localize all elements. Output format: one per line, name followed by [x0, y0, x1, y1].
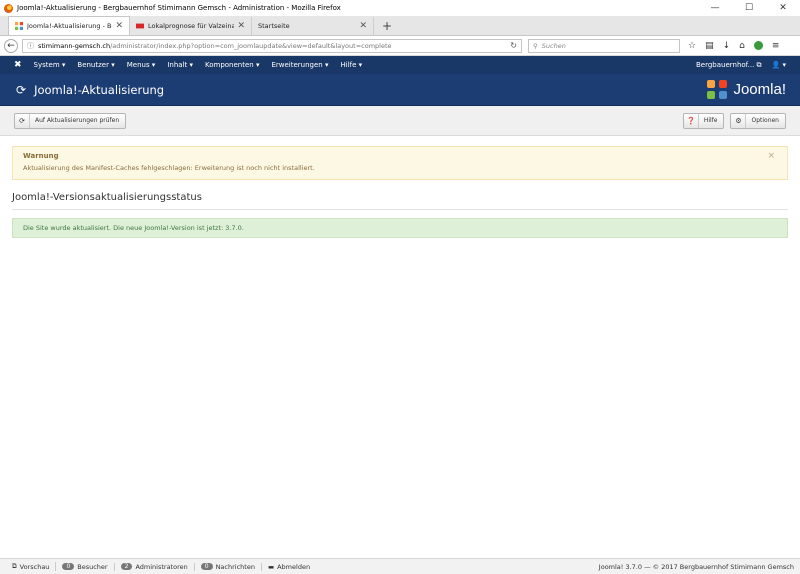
menu-system[interactable]: System ▾ [34, 61, 66, 69]
close-alert-icon[interactable]: × [767, 151, 775, 161]
tab-title: Startseite [258, 22, 290, 30]
gear-icon: ⚙ [731, 113, 747, 128]
tab-startseite[interactable]: Startseite ✕ [252, 17, 374, 35]
joomla-logo-icon [707, 79, 729, 100]
success-alert: Die Site wurde aktualisiert. Die neue Jo… [12, 218, 788, 238]
options-label: Optionen [751, 117, 779, 124]
reload-icon[interactable]: ↻ [510, 41, 517, 50]
refresh-icon: ⟳ [15, 113, 30, 128]
download-icon[interactable]: ↓ [723, 41, 731, 51]
menu-benutzer[interactable]: Benutzer ▾ [77, 61, 114, 69]
bookmark-star-icon[interactable]: ☆ [688, 41, 696, 51]
back-arrow-icon[interactable]: ← [4, 38, 18, 53]
menu-erweiterungen[interactable]: Erweiterungen ▾ [271, 61, 328, 69]
url-host: stimimann-gemsch.ch [38, 41, 111, 50]
menu-hilfe[interactable]: Hilfe ▾ [340, 61, 362, 69]
success-message: Die Site wurde aktualisiert. Die neue Jo… [23, 224, 244, 232]
hamburger-menu-icon[interactable]: ≡ [772, 41, 780, 51]
search-placeholder: Suchen [541, 41, 566, 50]
close-tab-icon[interactable]: ✕ [359, 21, 367, 31]
visitors-count: 0 [62, 563, 75, 570]
user-menu[interactable]: 👤 ▾ [772, 61, 786, 70]
action-toolbar: ⟳ Auf Aktualisierungen prüfen ❓ Hilfe ⚙ … [0, 106, 800, 136]
close-tab-icon[interactable]: ✕ [237, 21, 245, 31]
joomla-brand: Joomla! [707, 79, 786, 100]
search-icon: ⚲ [533, 41, 538, 50]
extension-icon[interactable] [753, 41, 763, 50]
check-updates-label: Auf Aktualisierungen prüfen [35, 117, 120, 124]
admin-menu: ✖ System ▾ Benutzer ▾ Menus ▾ Inhalt ▾ K… [0, 56, 800, 74]
tab-strip: Joomla!-Aktualisierung - Be ✕ Lokalprogn… [0, 16, 800, 36]
window-titlebar: Joomla!-Aktualisierung - Bergbauernhof S… [0, 0, 800, 16]
admins-indicator: 2 Administratoren [115, 562, 195, 571]
section-title: Joomla!-Versionsaktualisierungsstatus [12, 192, 788, 210]
navigation-bar: ← ⓘ stimimann-gemsch.ch /administrator/i… [0, 36, 800, 56]
visitors-indicator: 0 Besucher [56, 562, 115, 571]
toolbar-icons: ☆ ▤ ↓ ⌂ ≡ [688, 41, 779, 51]
close-window-button[interactable]: ✕ [766, 0, 800, 16]
refresh-icon: ⟳ [16, 82, 27, 97]
joomla-brand-text: Joomla! [733, 81, 786, 98]
menu-menus[interactable]: Menus ▾ [127, 61, 156, 69]
tab-weather[interactable]: Lokalprognose für Valzeina ✕ [130, 17, 252, 35]
search-input[interactable]: ⚲ Suchen [528, 38, 680, 53]
menu-inhalt[interactable]: Inhalt ▾ [167, 61, 193, 69]
page-title: Joomla!-Aktualisierung [34, 82, 165, 97]
help-button[interactable]: ❓ Hilfe [682, 112, 725, 129]
admins-count: 2 [120, 563, 133, 570]
toolbar-right: ❓ Hilfe ⚙ Optionen [682, 112, 786, 129]
tab-title: Lokalprognose für Valzeina [148, 22, 235, 30]
close-tab-icon[interactable]: ✕ [115, 21, 123, 31]
check-updates-button[interactable]: ⟳ Auf Aktualisierungen prüfen [14, 112, 127, 129]
options-button[interactable]: ⚙ Optionen [730, 112, 786, 129]
preview-link[interactable]: ⧉ Vorschau [6, 562, 57, 571]
info-icon[interactable]: ⓘ [27, 41, 34, 51]
messages-link[interactable]: 0 Nachrichten [195, 562, 262, 571]
logout-link[interactable]: ▬ Abmelden [262, 563, 316, 571]
warning-alert: Warnung Aktualisierung des Manifest-Cach… [12, 146, 788, 180]
messages-count: 0 [200, 563, 213, 570]
window-controls: — ☐ ✕ [698, 0, 800, 16]
url-path: /administrator/index.php?option=com_joom… [110, 41, 392, 50]
window-title: Joomla!-Aktualisierung - Bergbauernhof S… [17, 4, 341, 12]
meteo-favicon-icon [136, 23, 144, 29]
warning-heading: Warnung [23, 152, 59, 160]
joomla-menu-logo-icon[interactable]: ✖ [14, 60, 22, 70]
site-link[interactable]: Bergbauernhof... ⧉ [696, 61, 762, 70]
url-bar[interactable]: ⓘ stimimann-gemsch.ch /administrator/ind… [22, 38, 522, 53]
page-header: ⟳ Joomla!-Aktualisierung Joomla! [0, 74, 800, 106]
copyright-text: Joomla! 3.7.0 — © 2017 Bergbauernhof Sti… [598, 562, 794, 571]
firefox-logo-icon [4, 3, 13, 13]
tab-title: Joomla!-Aktualisierung - Be [27, 22, 113, 30]
main-content: Warnung Aktualisierung des Manifest-Cach… [0, 136, 800, 238]
status-bar: ⧉ Vorschau 0 Besucher 2 Administratoren … [0, 558, 800, 574]
warning-message: Aktualisierung des Manifest-Caches fehlg… [23, 164, 315, 172]
maximize-button[interactable]: ☐ [732, 0, 766, 16]
external-link-icon: ⧉ [12, 562, 17, 570]
reading-list-icon[interactable]: ▤ [705, 41, 714, 51]
tab-joomla-update[interactable]: Joomla!-Aktualisierung - Be ✕ [8, 16, 130, 35]
joomla-favicon-icon [15, 22, 23, 30]
new-tab-button[interactable]: + [374, 17, 400, 35]
question-icon: ❓ [684, 113, 699, 128]
menu-komponenten[interactable]: Komponenten ▾ [205, 61, 259, 69]
help-label: Hilfe [703, 117, 718, 124]
menu-right: Bergbauernhof... ⧉ 👤 ▾ [696, 61, 800, 70]
minus-icon: ▬ [267, 562, 275, 571]
home-icon[interactable]: ⌂ [739, 41, 745, 51]
minimize-button[interactable]: — [698, 0, 732, 16]
